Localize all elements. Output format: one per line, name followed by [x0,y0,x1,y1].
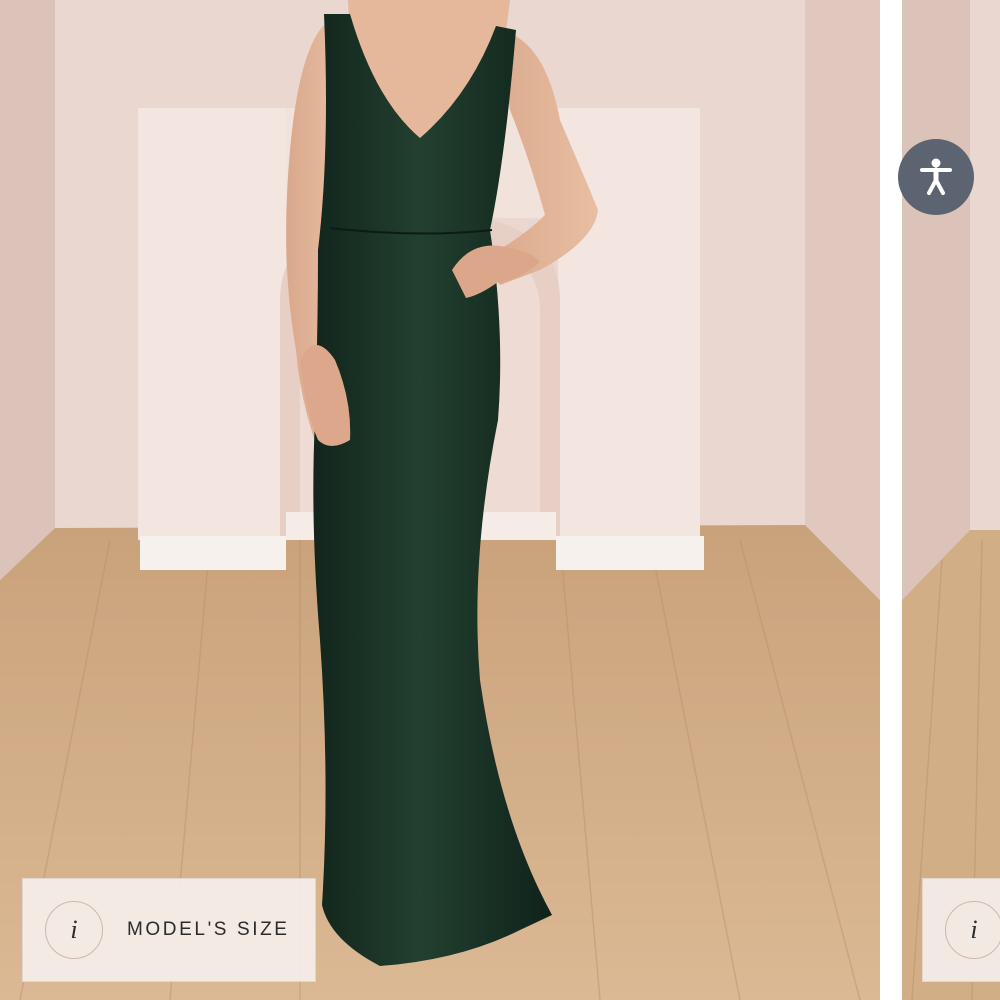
info-icon: i [45,901,103,959]
accessibility-button[interactable] [898,139,974,215]
models-size-label: MODEL'S SIZE [127,919,290,940]
product-image-carousel[interactable]: i MODEL'S SIZE i [0,0,1000,1000]
models-size-button[interactable]: i MODEL'S SIZE [22,878,316,982]
accessibility-person-icon [920,158,952,195]
models-size-button-next[interactable]: i [922,878,1000,982]
info-icon: i [945,901,1000,959]
product-photo [0,0,880,1000]
product-image-slide-current: i MODEL'S SIZE [0,0,880,1000]
